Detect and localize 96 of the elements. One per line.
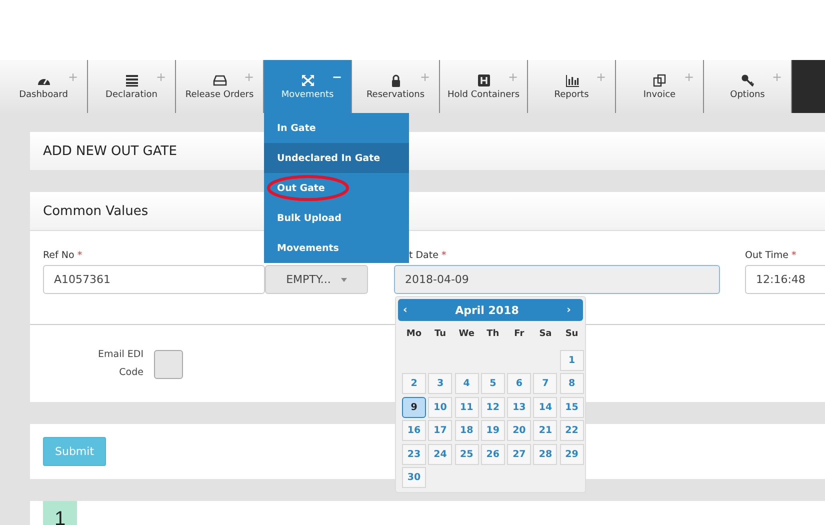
nav-bar-end <box>792 60 825 113</box>
weekday-label: Th <box>486 329 500 341</box>
toggle-sign[interactable]: + <box>68 70 78 84</box>
lock-icon <box>389 74 403 87</box>
toggle-sign[interactable]: + <box>596 70 606 84</box>
calendar-day[interactable]: 19 <box>480 420 505 441</box>
field-label: Out Time <box>745 250 788 261</box>
menu-item[interactable]: Out Gate <box>264 173 409 203</box>
field-label: Ref No <box>43 250 74 261</box>
section-title: Common Values <box>43 204 148 218</box>
tab-label: Declaration <box>104 90 158 100</box>
calendar-day[interactable]: 21 <box>533 420 558 441</box>
calendar-day[interactable]: 26 <box>480 444 505 464</box>
calendar-day[interactable]: 12 <box>480 396 505 418</box>
calendar-day[interactable]: 2 <box>402 373 426 394</box>
input-field[interactable]: A1057361 <box>43 265 265 294</box>
calendar-day[interactable]: 16 <box>402 420 426 441</box>
toggle-sign[interactable]: + <box>420 70 430 84</box>
calendar-day[interactable]: 4 <box>454 373 479 394</box>
calendar-day[interactable]: 14 <box>533 396 558 418</box>
checkbox[interactable] <box>154 350 182 378</box>
weekday-label: Su <box>564 329 580 341</box>
copy-icon <box>653 74 667 87</box>
calendar-day[interactable]: 30 <box>402 467 426 488</box>
required-mark: * <box>441 250 446 261</box>
calendar-day[interactable]: 6 <box>507 373 532 394</box>
drive-icon <box>213 74 227 87</box>
checkbox-label: Email EDI Code <box>98 348 144 380</box>
weekday-label: We <box>458 329 476 341</box>
h-box-icon <box>477 74 491 87</box>
key-icon <box>741 74 755 87</box>
tab-label: Options <box>729 90 766 100</box>
tab-label: Hold Containers <box>446 90 521 100</box>
nav-tab[interactable]: + Declaration <box>88 60 176 113</box>
required-mark: * <box>77 250 82 261</box>
weekday-label: Sa <box>538 329 553 341</box>
input-field[interactable]: 12:16:48 <box>745 265 825 294</box>
list-icon <box>125 74 139 87</box>
nav-tab[interactable]: + Release Orders <box>176 60 264 113</box>
calendar-day[interactable]: 1 <box>560 350 584 370</box>
page-title: ADD NEW OUT GATE <box>43 144 177 158</box>
nav-tab[interactable]: + Dashboard <box>0 60 88 113</box>
menu-item[interactable]: Undeclared In Gate <box>264 143 409 173</box>
weekday-label: Tu <box>434 329 448 341</box>
toggle-sign[interactable]: + <box>244 70 254 84</box>
nav-tab[interactable]: + Reports <box>528 60 616 113</box>
nav-tab[interactable]: + Hold Containers <box>440 60 528 113</box>
tab-label: Reports <box>553 90 590 100</box>
nav-tab[interactable]: + Options <box>704 60 792 113</box>
menu-item[interactable]: In Gate <box>264 113 409 143</box>
nav-tab[interactable]: + Reservations <box>352 60 440 113</box>
nav-tab[interactable]: + Invoice <box>616 60 704 113</box>
prev-month-button[interactable]: ‹ <box>403 304 408 316</box>
calendar-day[interactable]: 8 <box>560 373 584 394</box>
toggle-sign[interactable]: − <box>332 70 342 84</box>
step-badge: 1 <box>43 501 77 525</box>
tab-label: Movements <box>280 90 335 100</box>
calendar-day[interactable]: 11 <box>454 396 479 418</box>
toggle-sign[interactable]: + <box>772 70 782 84</box>
weekday-label: Mo <box>405 329 423 341</box>
toggle-sign[interactable]: + <box>156 70 166 84</box>
calendar-day[interactable]: 17 <box>428 420 452 441</box>
calendar-day[interactable]: 18 <box>454 420 479 441</box>
weekday-label: Fr <box>513 329 526 341</box>
calendar-day[interactable]: 22 <box>560 420 584 441</box>
calendar-day[interactable]: 10 <box>428 396 452 418</box>
tab-label: Invoice <box>642 90 677 100</box>
toggle-sign[interactable]: + <box>508 70 518 84</box>
calendar-day[interactable]: 5 <box>480 373 505 394</box>
calendar-day[interactable]: 3 <box>428 373 452 394</box>
calendar-day[interactable]: 28 <box>533 444 558 464</box>
required-mark: * <box>792 250 796 261</box>
calendar-day[interactable]: 23 <box>402 444 426 464</box>
select-field[interactable]: EMPTY... <box>265 265 368 294</box>
field-label: t Date <box>409 250 438 261</box>
menu-item[interactable]: Bulk Upload <box>264 203 409 233</box>
calendar-day[interactable]: 29 <box>560 444 584 464</box>
calendar-day[interactable]: 27 <box>507 444 532 464</box>
calendar-day[interactable]: 15 <box>560 396 584 418</box>
menu-item[interactable]: Movements <box>264 233 409 263</box>
caret-icon <box>340 278 347 282</box>
month-title: April 2018 <box>455 304 519 316</box>
tab-label: Dashboard <box>18 90 69 100</box>
calendar-day[interactable]: 13 <box>507 396 532 418</box>
bar-chart-icon <box>565 74 579 87</box>
calendar-day[interactable]: 25 <box>454 444 479 464</box>
calendar-day[interactable]: 24 <box>428 444 452 464</box>
expand-arrows-icon <box>301 74 315 87</box>
toggle-sign[interactable]: + <box>684 70 694 84</box>
calendar-day[interactable]: 20 <box>507 420 532 441</box>
next-month-button[interactable]: › <box>566 304 571 316</box>
input-field[interactable]: 2018-04-09 <box>394 265 720 294</box>
tab-label: Release Orders <box>184 90 255 100</box>
calendar-day[interactable]: 7 <box>533 373 558 394</box>
submit-button[interactable]: Submit <box>43 437 106 466</box>
calendar-day[interactable]: 9 <box>402 396 426 418</box>
